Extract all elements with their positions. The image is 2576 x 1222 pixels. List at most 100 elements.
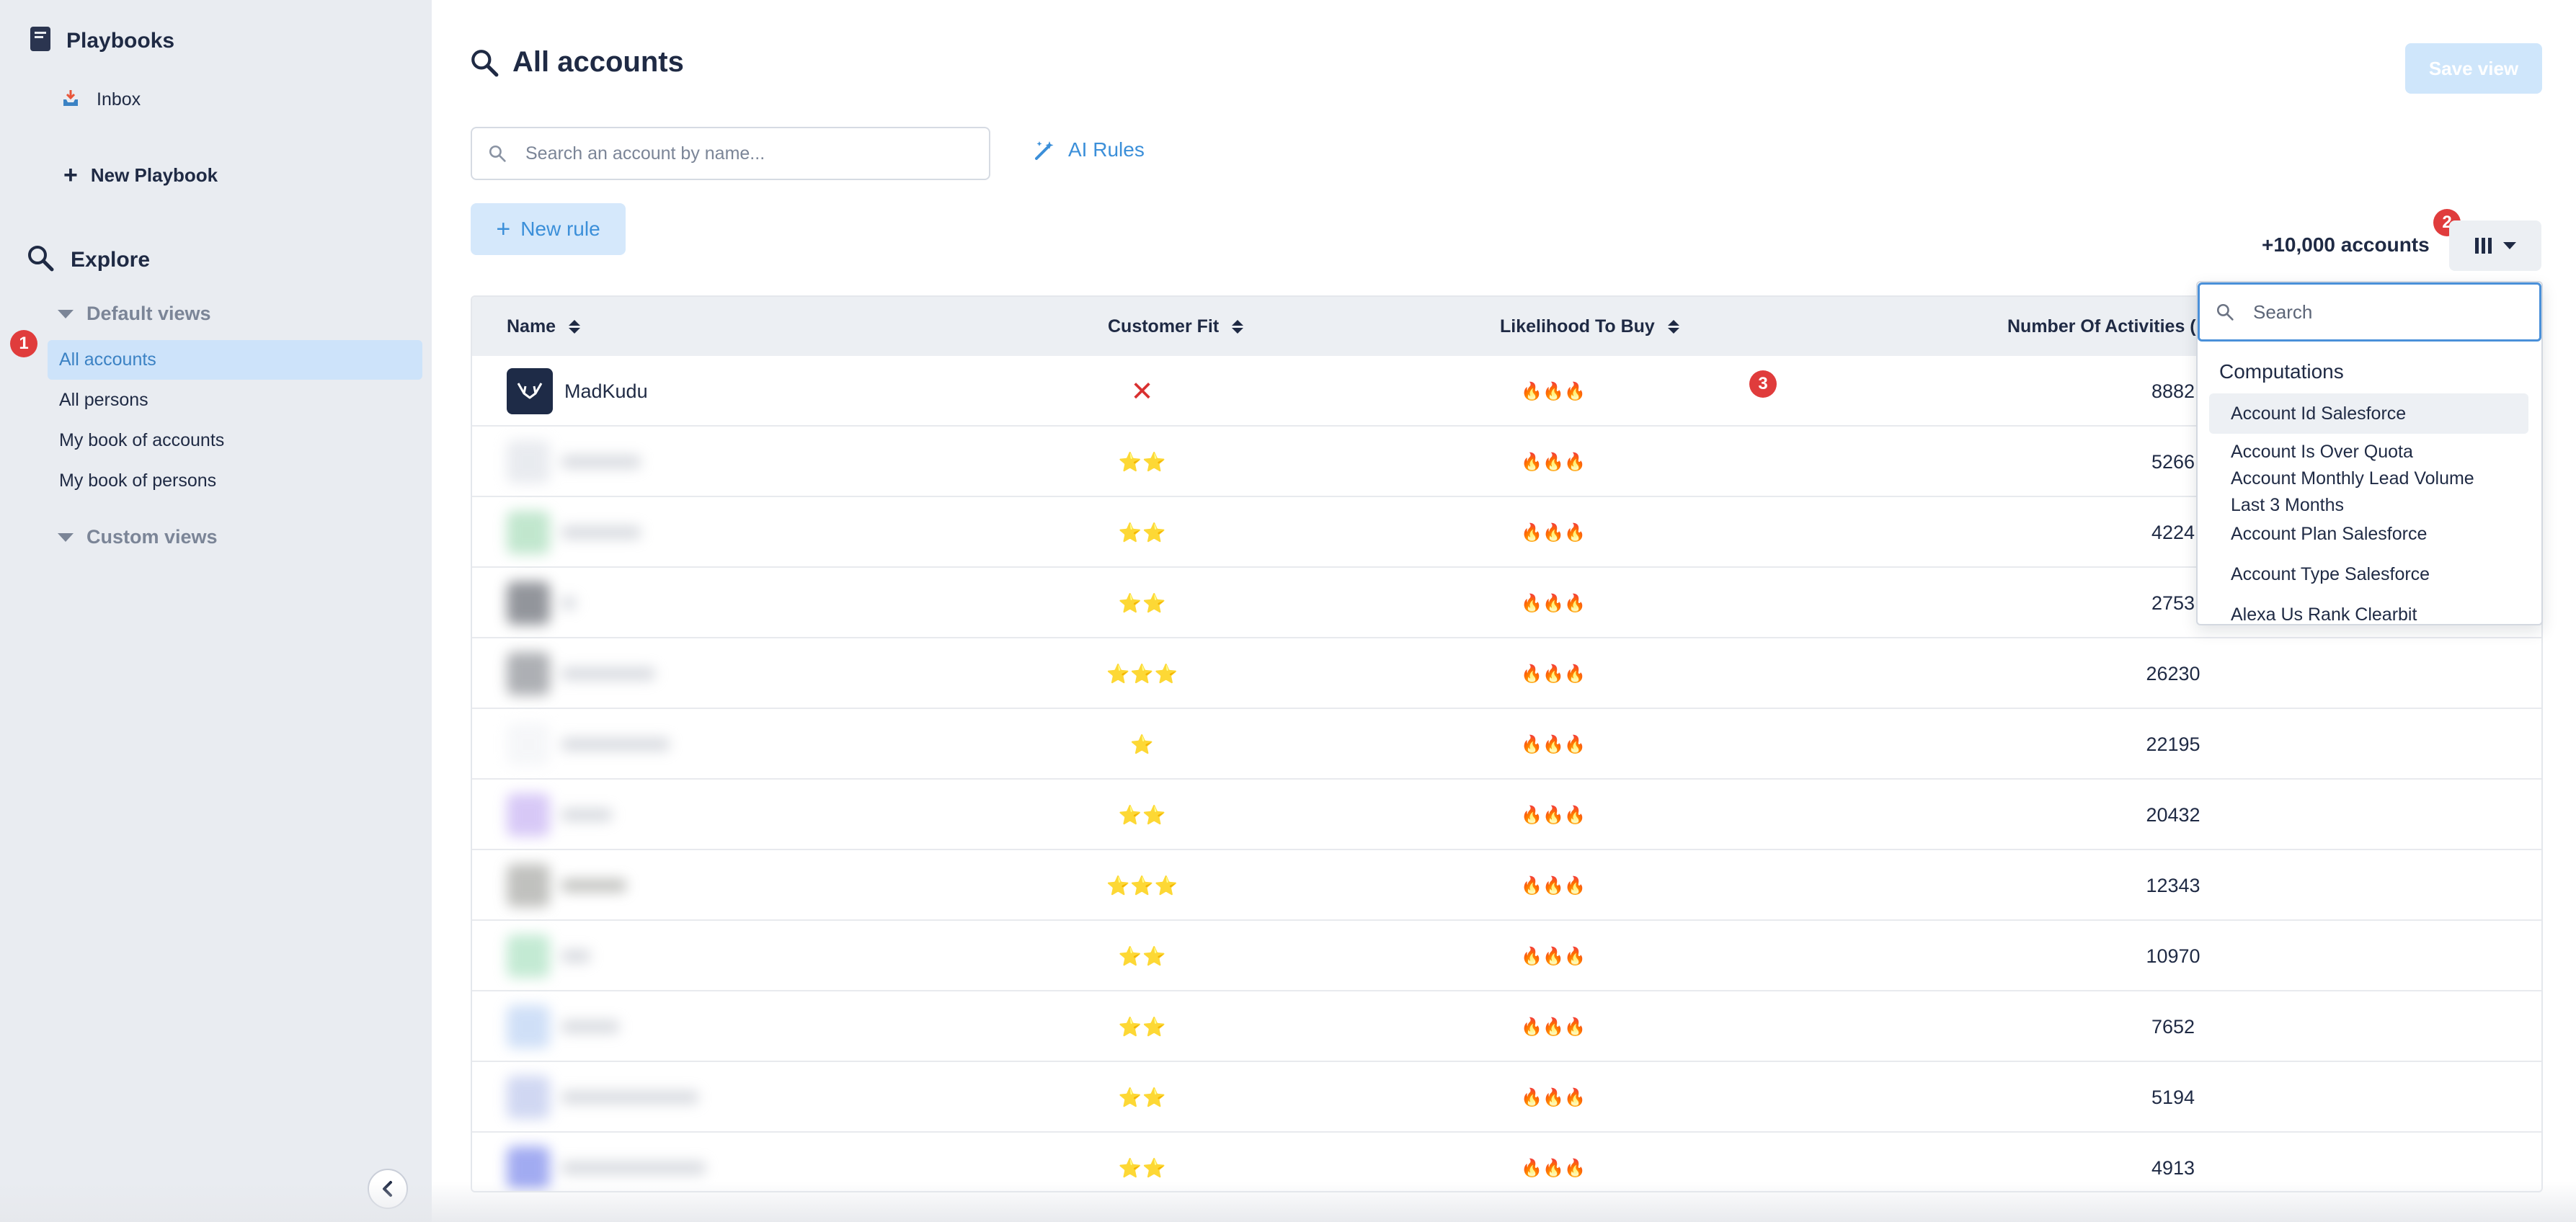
account-name-cell[interactable] [507,991,619,1062]
new-playbook-button[interactable]: + New Playbook [63,163,218,187]
activities-cell: 20432 [2146,803,2200,826]
account-name-blurred [561,808,612,821]
column-header-number-of-activities[interactable]: Number Of Activities ( [2007,297,2196,356]
sidebar-item-all-persons[interactable]: All persons [48,380,422,420]
column-search-field[interactable] [2198,282,2541,342]
company-logo [507,652,550,695]
ai-rules-button[interactable]: AI Rules [1034,138,1145,161]
column-header-likelihood-to-buy[interactable]: Likelihood To Buy [1500,297,1679,356]
account-name-cell[interactable] [507,497,641,568]
company-logo [507,1005,550,1048]
likelihood-cell: 🔥🔥🔥 [1521,734,1586,754]
account-name-cell[interactable]: MadKudu [507,356,648,427]
account-search-input[interactable] [525,143,958,164]
column-picker-dropdown: Computations Account Id Salesforce Accou… [2196,281,2543,625]
account-name-blurred [561,879,626,892]
main-content: All accounts Save view AI Rules + New ru… [432,0,2576,1222]
table-row[interactable]: ⭐⭐⭐ 🔥🔥🔥 26230 [472,638,2541,709]
account-name-cell[interactable] [507,568,576,638]
column-option[interactable]: Alexa Us Rank Clearbit [2209,601,2528,625]
account-name-cell[interactable] [507,850,626,921]
table-row[interactable]: ⭐⭐ 🔥🔥🔥 7652 [472,991,2541,1062]
column-header-customer-fit[interactable]: Customer Fit [1108,297,1244,356]
likelihood-cell: 🔥🔥🔥 [1521,381,1586,401]
book-icon [29,26,52,55]
caret-down-icon [58,532,74,542]
save-view-button[interactable]: Save view [2405,43,2542,94]
inbox-icon [61,88,81,112]
column-option[interactable]: Account Is Over Quota [2209,438,2528,465]
customer-fit-cell: ⭐⭐⭐ [1106,874,1179,896]
playbooks-title: Playbooks [66,28,175,53]
page-title-text: All accounts [512,46,684,78]
likelihood-cell: 🔥🔥🔥 [1521,664,1586,684]
company-logo [507,368,553,414]
likelihood-cell: 🔥🔥🔥 [1521,522,1586,543]
customer-fit-cell: ⭐⭐ [1118,1015,1167,1038]
column-header-label: Likelihood To Buy [1500,316,1655,336]
sidebar: Playbooks Inbox + New Playbook Explore D… [0,0,432,1222]
column-option[interactable]: Account Monthly Lead Volume Last 3 Month… [2209,465,2528,520]
column-option[interactable]: Account Id Salesforce [2209,393,2528,434]
default-views-group[interactable]: Default views [58,303,211,325]
custom-views-group[interactable]: Custom views [58,526,218,548]
account-name: MadKudu [564,380,648,402]
account-name-cell[interactable] [507,1062,698,1133]
customer-fit-cell: ⭐⭐ [1118,450,1167,473]
account-name-cell[interactable] [507,709,670,780]
company-logo [507,511,550,554]
likelihood-cell: 🔥🔥🔥 [1521,1017,1586,1037]
company-logo [507,440,550,483]
column-header-label: Number Of Activities ( [2007,316,2196,336]
column-header-name[interactable]: Name [507,297,581,356]
likelihood-cell: 🔥🔥🔥 [1521,805,1586,825]
new-rule-button[interactable]: + New rule [471,203,626,255]
sidebar-item-my-book-of-persons[interactable]: My book of persons [48,461,422,501]
column-search-input[interactable] [2253,300,2513,324]
playbooks-header[interactable]: Playbooks [29,26,174,55]
sidebar-item-inbox[interactable]: Inbox [61,88,141,112]
company-logo [507,723,550,766]
customer-fit-cell: ⭐⭐ [1118,592,1167,614]
table-row[interactable]: ⭐⭐ 🔥🔥🔥 10970 [472,921,2541,991]
caret-down-icon [58,309,74,318]
new-rule-label: New rule [520,218,600,240]
account-name-blurred [561,1161,706,1174]
account-name-blurred [561,950,590,963]
sidebar-item-all-accounts[interactable]: All accounts [48,340,422,380]
customer-fit-cell: ⭐⭐ [1118,803,1167,826]
ai-rules-label: AI Rules [1068,138,1145,161]
sort-icon [1232,319,1244,334]
table-row[interactable]: ⭐⭐ 🔥🔥🔥 5194 [472,1062,2541,1133]
account-name-cell[interactable] [507,780,612,850]
table-row[interactable]: ⭐⭐ 🔥🔥🔥 20432 [472,780,2541,850]
magic-wand-icon [1035,141,1054,160]
likelihood-cell: 🔥🔥🔥 [1521,946,1586,966]
customer-fit-cell: ⭐ [1130,733,1155,755]
sidebar-item-my-book-of-accounts[interactable]: My book of accounts [48,421,422,460]
company-logo [507,793,550,837]
column-option[interactable]: Account Plan Salesforce [2209,520,2528,548]
table-row[interactable]: ⭐⭐⭐ 🔥🔥🔥 12343 [472,850,2541,921]
explore-header[interactable]: Explore [26,244,150,276]
new-playbook-label: New Playbook [90,164,218,186]
customer-fit-cell: ⭐⭐⭐ [1106,662,1179,684]
account-name-cell[interactable] [507,921,590,991]
search-icon [471,49,499,76]
columns-picker-button[interactable] [2449,220,2541,271]
activities-cell: 5194 [2151,1086,2195,1108]
likelihood-cell: 🔥🔥🔥 [1521,875,1586,896]
account-search-field[interactable] [471,127,990,180]
activities-cell: 26230 [2146,662,2200,684]
table-row[interactable]: ⭐ 🔥🔥🔥 22195 [472,709,2541,780]
activities-cell: 22195 [2146,733,2200,755]
column-option[interactable]: Account Type Salesforce [2209,561,2528,588]
account-name-cell[interactable] [507,427,641,497]
account-name-cell[interactable] [507,638,655,709]
custom-views-label: Custom views [86,526,218,548]
company-logo [507,1076,550,1119]
page-title: All accounts [469,46,684,79]
column-header-label: Name [507,316,556,336]
inbox-label: Inbox [97,89,141,110]
search-icon [26,244,55,276]
